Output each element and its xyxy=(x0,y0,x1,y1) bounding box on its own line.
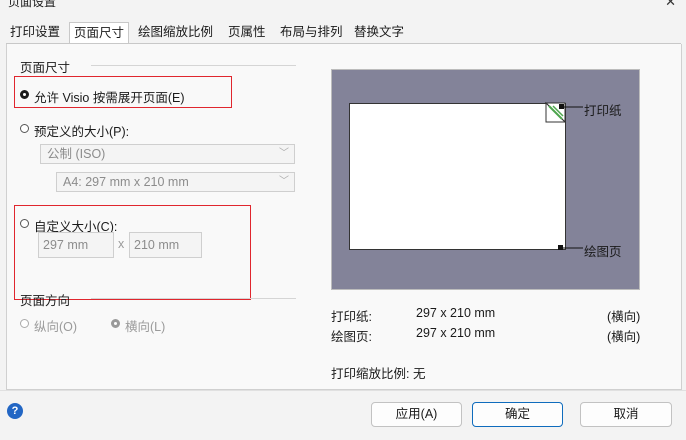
page-marker xyxy=(558,245,563,250)
page-size-key: 绘图页: xyxy=(331,330,372,344)
apply-button[interactable]: 应用(A) xyxy=(371,402,462,427)
cancel-button[interactable]: 取消 xyxy=(580,402,672,427)
ok-button[interactable]: 确定 xyxy=(472,402,563,427)
printer-paper-callout: 打印纸 xyxy=(584,104,622,118)
drawing-page-callout: 绘图页 xyxy=(584,245,622,259)
paper-size-value: 297 x 210 mm xyxy=(416,306,496,320)
help-icon[interactable]: ? xyxy=(7,403,23,419)
page-orientation: (横向) xyxy=(607,330,641,344)
page-size-value: 297 x 210 mm xyxy=(416,326,496,340)
paper-marker xyxy=(559,104,564,109)
paper-orientation: (横向) xyxy=(607,310,641,324)
paper-size-key: 打印纸: xyxy=(331,310,372,324)
print-scale-text: 打印缩放比例: 无 xyxy=(331,367,426,381)
